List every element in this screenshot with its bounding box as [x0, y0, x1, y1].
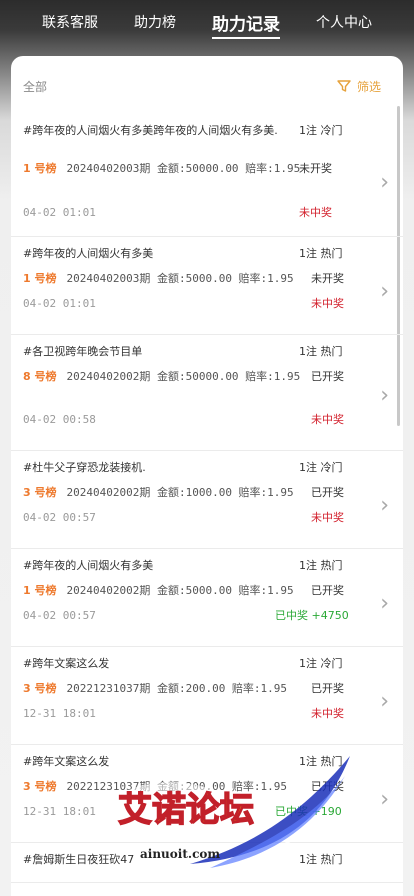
record-rank: 3 号榜 — [23, 486, 57, 499]
record-rank: 3 号榜 — [23, 682, 57, 695]
record-type: 1注 热门 — [299, 853, 343, 866]
record-title: #詹姆斯生日夜狂砍47 — [23, 853, 135, 866]
filter-bar: 全部 筛选 — [11, 56, 403, 116]
record-info: 8 号榜 20240402002期 金额:50000.00 赔率:1.95 — [23, 368, 303, 385]
record-item[interactable]: #詹姆斯生日夜狂砍47 1注 热门 — [11, 843, 403, 883]
chevron-right-icon: › — [380, 493, 389, 518]
record-open-status: 已开奖 — [311, 584, 344, 597]
record-result: 未中奖 — [311, 511, 344, 524]
record-result: 未中奖 — [311, 413, 344, 426]
record-time: 04-02 00:58 — [23, 413, 96, 426]
record-open-status: 未开奖 — [299, 162, 332, 175]
chevron-right-icon: › — [380, 787, 389, 812]
record-time: 04-02 01:01 — [23, 297, 96, 310]
record-info: 1 号榜 20240402003期 金额:50000.00 赔率:1.95 — [23, 160, 303, 177]
record-item[interactable]: #杜牛父子穿恐龙装接机. 1注 冷门 3 号榜 20240402002期 金额:1… — [11, 451, 403, 549]
record-time: 04-02 01:01 — [23, 206, 96, 219]
record-time: 04-02 00:57 — [23, 609, 96, 622]
record-type: 1注 冷门 — [299, 124, 343, 137]
record-open-status: 已开奖 — [311, 370, 344, 383]
record-type: 1注 热门 — [299, 559, 343, 572]
record-open-status: 已开奖 — [311, 486, 344, 499]
filter-icon — [337, 80, 351, 92]
record-type: 1注 热门 — [299, 345, 343, 358]
all-label: 全部 — [23, 79, 48, 94]
record-detail: 20240402002期 金额:5000.00 赔率:1.95 — [66, 584, 294, 597]
record-result: 未中奖 — [311, 707, 344, 720]
record-rank: 3 号榜 — [23, 780, 57, 793]
record-result: 已中奖 +190 — [275, 805, 342, 818]
record-open-status: 已开奖 — [311, 682, 344, 695]
record-type: 1注 热门 — [299, 247, 343, 260]
record-title: #跨年夜的人间烟火有多美 — [23, 247, 154, 260]
record-title: #跨年文案这么发 — [23, 657, 110, 670]
chevron-right-icon: › — [380, 689, 389, 714]
record-title: #各卫视跨年晚会节目单 — [23, 345, 143, 358]
record-info: 1 号榜 20240402003期 金额:5000.00 赔率:1.95 — [23, 270, 313, 287]
tab-leaderboard[interactable]: 助力榜 — [134, 12, 176, 36]
record-title: #跨年夜的人间烟火有多美跨年夜的人间烟火有多美. — [23, 124, 278, 137]
record-title: #杜牛父子穿恐龙装接机. — [23, 461, 146, 474]
record-result: 未中奖 — [299, 206, 332, 219]
filter-label: 筛选 — [356, 79, 381, 94]
tab-customer-service[interactable]: 联系客服 — [42, 12, 98, 36]
record-time: 12-31 18:01 — [23, 707, 96, 720]
record-detail: 20240402002期 金额:50000.00 赔率:1.95 — [66, 370, 301, 383]
record-rank: 1 号榜 — [23, 272, 57, 285]
record-item[interactable]: #跨年文案这么发 1注 热门 3 号榜 20221231037期 金额:200.0… — [11, 745, 403, 843]
record-title: #跨年夜的人间烟火有多美 — [23, 559, 154, 572]
record-item[interactable]: #跨年夜的人间烟火有多美 1注 热门 1 号榜 20240402002期 金额:5… — [11, 549, 403, 647]
record-open-status: 未开奖 — [311, 272, 344, 285]
tab-personal-center[interactable]: 个人中心 — [316, 12, 372, 36]
record-detail: 20240402002期 金额:1000.00 赔率:1.95 — [66, 486, 294, 499]
record-type: 1注 热门 — [299, 755, 343, 768]
record-detail: 20240402003期 金额:50000.00 赔率:1.95 — [66, 162, 301, 175]
filter-button[interactable]: 筛选 — [337, 78, 381, 95]
record-type: 1注 冷门 — [299, 461, 343, 474]
record-open-status: 已开奖 — [311, 780, 344, 793]
chevron-right-icon: › — [380, 591, 389, 616]
tab-records[interactable]: 助力记录 — [212, 10, 280, 39]
record-result: 已中奖 +4750 — [275, 609, 349, 622]
chevron-right-icon: › — [380, 383, 389, 408]
record-info: 3 号榜 20221231037期 金额:200.00 赔率:1.95 — [23, 778, 313, 795]
record-info: 1 号榜 20240402002期 金额:5000.00 赔率:1.95 — [23, 582, 313, 599]
chevron-right-icon: › — [380, 170, 389, 195]
record-info: 3 号榜 20221231037期 金额:200.00 赔率:1.95 — [23, 680, 313, 697]
record-rank: 8 号榜 — [23, 370, 57, 383]
record-rank: 1 号榜 — [23, 584, 57, 597]
record-time: 04-02 00:57 — [23, 511, 96, 524]
top-nav: 联系客服 助力榜 助力记录 个人中心 — [0, 0, 414, 48]
record-item[interactable]: #各卫视跨年晚会节目单 1注 热门 8 号榜 20240402002期 金额:50… — [11, 335, 403, 451]
record-title: #跨年文案这么发 — [23, 755, 110, 768]
chevron-right-icon: › — [380, 279, 389, 304]
record-type: 1注 冷门 — [299, 657, 343, 670]
record-item[interactable]: #跨年夜的人间烟火有多美 1注 热门 1 号榜 20240402003期 金额:5… — [11, 237, 403, 335]
record-item[interactable]: #跨年文案这么发 1注 冷门 3 号榜 20221231037期 金额:200.0… — [11, 647, 403, 745]
record-detail: 20240402003期 金额:5000.00 赔率:1.95 — [66, 272, 294, 285]
record-rank: 1 号榜 — [23, 162, 57, 175]
record-detail: 20221231037期 金额:200.00 赔率:1.95 — [66, 682, 288, 695]
record-detail: 20221231037期 金额:200.00 赔率:1.95 — [66, 780, 288, 793]
records-card: 全部 筛选 #跨年夜的人间烟火有多美跨年夜的人间烟火有多美. 1注 冷门 1 号… — [11, 56, 403, 896]
record-time: 12-31 18:01 — [23, 805, 96, 818]
record-info: 3 号榜 20240402002期 金额:1000.00 赔率:1.95 — [23, 484, 313, 501]
record-result: 未中奖 — [311, 297, 344, 310]
record-item[interactable]: #跨年夜的人间烟火有多美跨年夜的人间烟火有多美. 1注 冷门 1 号榜 20240… — [11, 116, 403, 237]
